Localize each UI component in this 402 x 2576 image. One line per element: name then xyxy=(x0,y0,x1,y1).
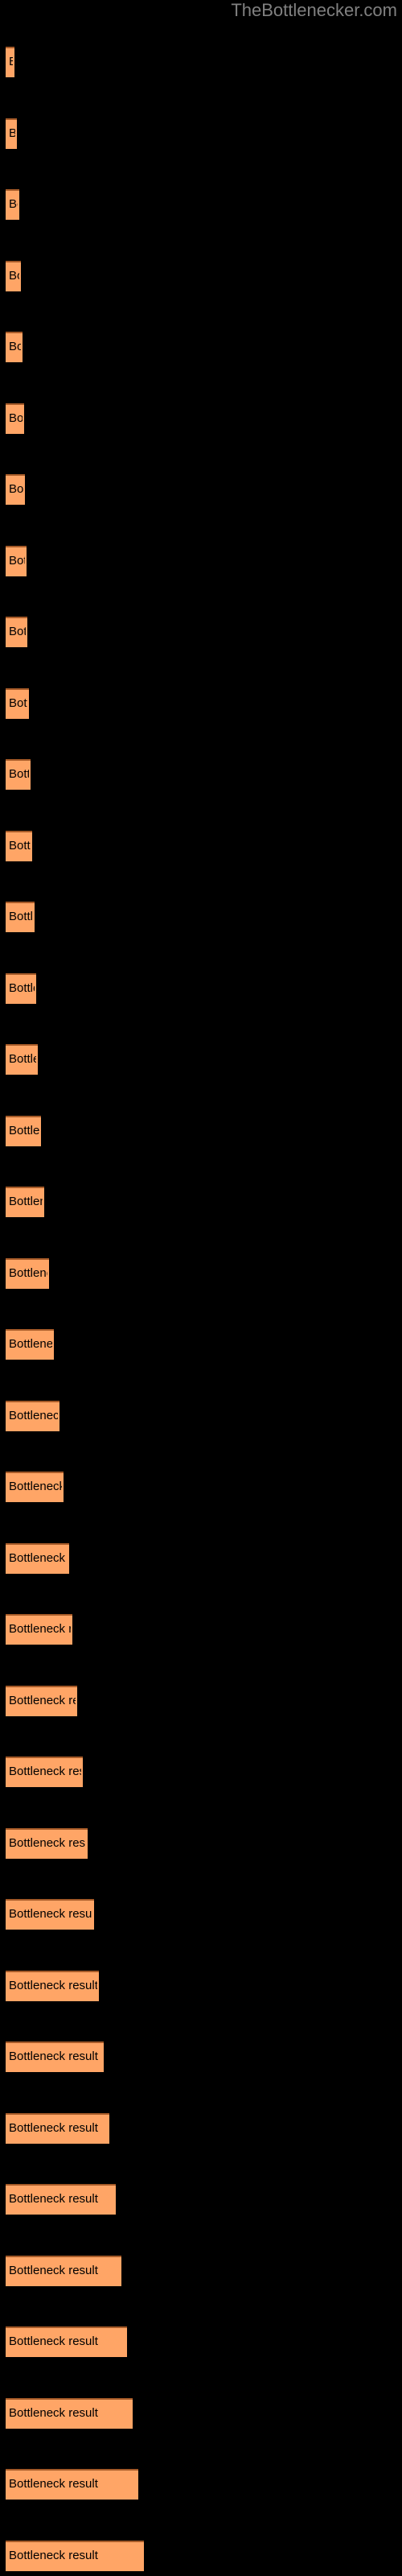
bar[interactable] xyxy=(6,545,27,576)
bar[interactable] xyxy=(6,1685,77,1716)
bar-row: Bottleneck result xyxy=(0,759,402,791)
bar-row: Bottleneck result xyxy=(0,2112,402,2144)
bar-row: Bottleneck result xyxy=(0,545,402,576)
bar-row: Bottleneck result xyxy=(0,402,402,434)
bar[interactable] xyxy=(6,332,23,363)
bar[interactable] xyxy=(6,1257,49,1289)
bar-row: Bottleneck result xyxy=(0,474,402,506)
bar[interactable] xyxy=(6,617,27,648)
bar[interactable] xyxy=(6,189,19,221)
bar-row: Bottleneck result xyxy=(0,2041,402,2073)
bar-row: Bottleneck result xyxy=(0,1472,402,1503)
bar[interactable] xyxy=(6,2041,104,2073)
bar-row: Bottleneck result xyxy=(0,1899,402,1930)
bar-row: Bottleneck result xyxy=(0,189,402,221)
bar[interactable] xyxy=(6,474,25,506)
bar-row: Bottleneck result xyxy=(0,687,402,719)
bar-row: Bottleneck result xyxy=(0,1329,402,1360)
bar-row: Bottleneck result xyxy=(0,1257,402,1289)
bar-row: Bottleneck result xyxy=(0,1757,402,1788)
bar[interactable] xyxy=(6,1542,69,1574)
bar-row: Bottleneck result xyxy=(0,1827,402,1859)
bar-row: Bottleneck result xyxy=(0,2397,402,2429)
bar[interactable] xyxy=(6,1614,72,1645)
bar-row: Bottleneck result xyxy=(0,2469,402,2500)
bar-row: Bottleneck result xyxy=(0,2255,402,2286)
bar[interactable] xyxy=(6,759,31,791)
bar-row: Bottleneck result xyxy=(0,1115,402,1146)
bar[interactable] xyxy=(6,902,35,933)
bar[interactable] xyxy=(6,2397,133,2429)
bar[interactable] xyxy=(6,1187,44,1218)
bar-row: Bottleneck result xyxy=(0,47,402,77)
bar[interactable] xyxy=(6,2541,144,2571)
bar[interactable] xyxy=(6,118,17,149)
bar[interactable] xyxy=(6,1970,99,2001)
bar[interactable] xyxy=(6,1329,54,1360)
bar-row: Bottleneck result xyxy=(0,1044,402,1075)
bar-row: Bottleneck result xyxy=(0,972,402,1004)
bar[interactable] xyxy=(6,1115,41,1146)
bar[interactable] xyxy=(6,2469,138,2500)
bar[interactable] xyxy=(6,1899,94,1930)
bar-row: Bottleneck result xyxy=(0,1970,402,2001)
bar-row: Bottleneck result xyxy=(0,1187,402,1218)
bar-row: Bottleneck result xyxy=(0,2326,402,2358)
bar-row: Bottleneck result xyxy=(0,332,402,363)
bar-row: Bottleneck result xyxy=(0,902,402,933)
bar-row: Bottleneck result xyxy=(0,1542,402,1574)
bar[interactable] xyxy=(6,2326,127,2358)
bar[interactable] xyxy=(6,2184,116,2215)
bar[interactable] xyxy=(6,1757,83,1788)
bar[interactable] xyxy=(6,260,21,291)
bottleneck-bar-chart: TheBottlenecker.com Bottleneck resultBot… xyxy=(0,0,402,2576)
bar-row: Bottleneck result xyxy=(0,1685,402,1716)
bar-row: Bottleneck result xyxy=(0,1614,402,1645)
bar[interactable] xyxy=(6,830,32,861)
bar[interactable] xyxy=(6,1472,64,1503)
bar[interactable] xyxy=(6,2112,109,2144)
bar[interactable] xyxy=(6,2255,121,2286)
bar-row: Bottleneck result xyxy=(0,2541,402,2571)
bar[interactable] xyxy=(6,402,24,434)
bar-row: Bottleneck result xyxy=(0,830,402,861)
bar[interactable] xyxy=(6,47,14,77)
bar[interactable] xyxy=(6,687,29,719)
bar-row: Bottleneck result xyxy=(0,260,402,291)
plot-area: Bottleneck result Bottleneck result Bottle… xyxy=(0,0,402,2576)
bar[interactable] xyxy=(6,1400,59,1431)
bar[interactable] xyxy=(6,972,36,1004)
bar[interactable] xyxy=(6,1044,38,1075)
bar-row: Bottleneck result xyxy=(0,1400,402,1431)
bar-row: Bottleneck result xyxy=(0,2184,402,2215)
bar[interactable] xyxy=(6,1827,88,1859)
bar-row: Bottleneck result xyxy=(0,617,402,648)
bar-row: Bottleneck result xyxy=(0,118,402,149)
